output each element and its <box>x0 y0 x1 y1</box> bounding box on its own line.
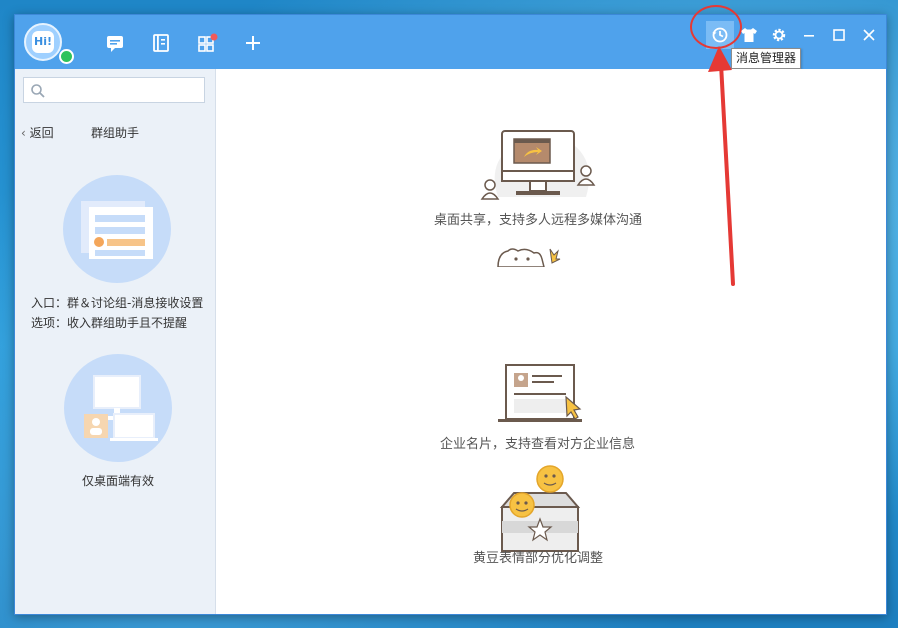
apps-icon[interactable] <box>197 33 218 53</box>
main-content: 桌面共享，支持多人远程多媒体沟通 企业名片，支持查看对方企业信息 黄豆表情部分优… <box>216 69 886 614</box>
red-arrow-annotation <box>708 46 735 286</box>
tip-line-2: 选项：收入群组助手且不提醒 <box>31 316 188 330</box>
back-label: 返回 <box>29 126 54 140</box>
chevron-left-icon: ‹ <box>21 126 26 140</box>
settings-icon[interactable] <box>765 21 793 49</box>
contacts-icon[interactable] <box>151 33 171 53</box>
tip-line-1: 入口：群＆讨论组-消息接收设置 <box>31 296 204 310</box>
desktop-only-illustration <box>64 354 172 462</box>
close-icon[interactable] <box>855 21 883 49</box>
online-status-icon <box>59 49 74 64</box>
panel-title: 群组助手 <box>91 126 140 140</box>
sidebar: ‹ 返回 群组助手 入口：群＆讨论组-消息接收设置 选项：收入群组助手且不提醒 <box>15 69 216 614</box>
add-icon[interactable] <box>243 33 263 53</box>
desktop-only-note: 仅桌面端有效 <box>82 474 155 488</box>
desktop-share-illustration <box>480 130 596 200</box>
avatar[interactable]: Hi! <box>24 23 62 61</box>
search-icon <box>31 84 45 98</box>
feature-caption-business-card: 企业名片，支持查看对方企业信息 <box>440 437 636 452</box>
maximize-icon[interactable] <box>825 21 853 49</box>
minimize-icon[interactable] <box>795 21 823 49</box>
avatar-text: Hi! <box>32 31 54 53</box>
emoji-box-illustration <box>499 465 581 552</box>
feature-caption-emoji: 黄豆表情部分优化调整 <box>473 551 604 566</box>
back-button[interactable]: ‹ 返回 <box>21 124 54 141</box>
qq-main-window: Hi! 消息管理器 ‹ 返回 群组助手 入口：群＆讨论组-消息接收设置 选项：收… <box>14 14 887 615</box>
highlight-circle <box>690 5 742 49</box>
bear-mascot-illustration <box>497 248 561 267</box>
search-input[interactable] <box>23 77 205 103</box>
group-settings-illustration <box>63 175 171 283</box>
business-card-illustration <box>498 364 582 422</box>
feature-caption-desktop-share: 桌面共享，支持多人远程多媒体沟通 <box>434 213 643 228</box>
chat-icon[interactable] <box>105 33 125 53</box>
